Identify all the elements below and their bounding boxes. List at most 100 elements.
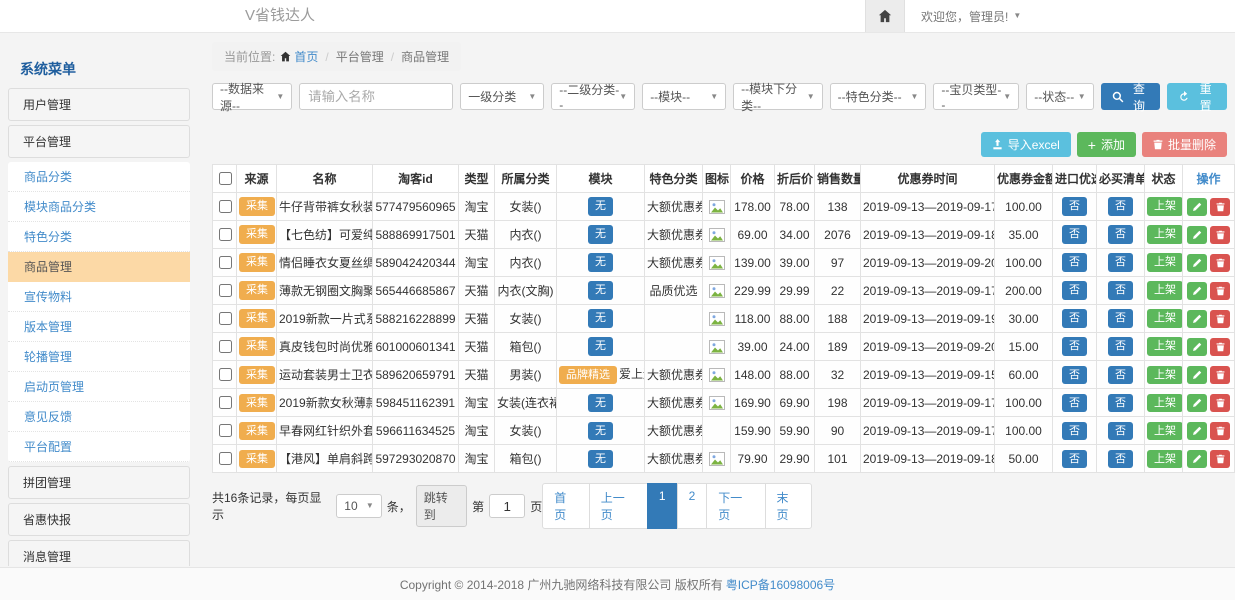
delete-button[interactable] <box>1210 226 1230 244</box>
status-badge[interactable]: 上架 <box>1147 394 1183 412</box>
page-button[interactable]: 首页 <box>542 483 589 529</box>
status-badge[interactable]: 上架 <box>1147 197 1183 215</box>
edit-button[interactable] <box>1187 394 1207 412</box>
page-button[interactable]: 上一页 <box>589 483 648 529</box>
must-buy-badge[interactable]: 否 <box>1108 394 1133 412</box>
import-select-badge[interactable]: 否 <box>1062 253 1087 271</box>
page-button[interactable]: 末页 <box>765 483 812 529</box>
batch-delete-button[interactable]: 批量删除 <box>1142 132 1227 157</box>
sidebar-item[interactable]: 商品管理 <box>8 252 190 282</box>
row-checkbox[interactable] <box>219 228 232 241</box>
delete-button[interactable] <box>1210 198 1230 216</box>
must-buy-badge[interactable]: 否 <box>1108 225 1133 243</box>
row-checkbox[interactable] <box>219 284 232 297</box>
jump-button[interactable]: 跳转到 <box>416 485 467 527</box>
status-badge[interactable]: 上架 <box>1147 422 1183 440</box>
sidebar-item[interactable]: 意见反馈 <box>8 402 190 432</box>
sidebar-item[interactable]: 特色分类 <box>8 222 190 252</box>
sidebar-group[interactable]: 消息管理 <box>8 540 190 566</box>
edit-button[interactable] <box>1187 366 1207 384</box>
delete-button[interactable] <box>1210 394 1230 412</box>
page-button[interactable]: 2 <box>677 483 708 529</box>
must-buy-badge[interactable]: 否 <box>1108 253 1133 271</box>
sidebar-item[interactable]: 启动页管理 <box>8 372 190 402</box>
breadcrumb-home-link[interactable]: 首页 <box>280 48 318 65</box>
status-badge[interactable]: 上架 <box>1147 309 1183 327</box>
sidebar-group[interactable]: 用户管理 <box>8 88 190 121</box>
must-buy-badge[interactable]: 否 <box>1108 366 1133 384</box>
delete-button[interactable] <box>1210 422 1230 440</box>
filter-select[interactable]: --模块--▼ <box>642 83 726 110</box>
status-badge[interactable]: 上架 <box>1147 281 1183 299</box>
select-all-checkbox[interactable] <box>219 172 232 185</box>
edit-button[interactable] <box>1187 226 1207 244</box>
sidebar-item[interactable]: 商品分类 <box>8 162 190 192</box>
status-badge[interactable]: 上架 <box>1147 337 1183 355</box>
filter-select[interactable]: --宝贝类型--▼ <box>933 83 1019 110</box>
import-select-badge[interactable]: 否 <box>1062 366 1087 384</box>
must-buy-badge[interactable]: 否 <box>1108 309 1133 327</box>
import-select-badge[interactable]: 否 <box>1062 281 1087 299</box>
must-buy-badge[interactable]: 否 <box>1108 281 1133 299</box>
row-checkbox[interactable] <box>219 200 232 213</box>
sidebar-group[interactable]: 拼团管理 <box>8 466 190 499</box>
sidebar-item[interactable]: 模块商品分类 <box>8 192 190 222</box>
row-checkbox[interactable] <box>219 312 232 325</box>
sidebar-group[interactable]: 平台管理 <box>8 125 190 158</box>
delete-button[interactable] <box>1210 338 1230 356</box>
delete-button[interactable] <box>1210 282 1230 300</box>
status-badge[interactable]: 上架 <box>1147 450 1183 468</box>
user-menu[interactable]: 欢迎您，管理员! ▼ <box>921 8 1021 25</box>
sidebar-item[interactable]: 轮播管理 <box>8 342 190 372</box>
edit-button[interactable] <box>1187 450 1207 468</box>
status-badge[interactable]: 上架 <box>1147 225 1183 243</box>
add-button[interactable]: + 添加 <box>1077 132 1136 157</box>
row-checkbox[interactable] <box>219 452 232 465</box>
sidebar-group[interactable]: 省惠快报 <box>8 503 190 536</box>
import-select-badge[interactable]: 否 <box>1062 422 1087 440</box>
jump-page-input[interactable] <box>489 494 525 518</box>
row-checkbox[interactable] <box>219 368 232 381</box>
status-badge[interactable]: 上架 <box>1147 366 1183 384</box>
filter-select[interactable]: --状态--▼ <box>1026 83 1093 110</box>
delete-button[interactable] <box>1210 366 1230 384</box>
edit-button[interactable] <box>1187 338 1207 356</box>
must-buy-badge[interactable]: 否 <box>1108 422 1133 440</box>
edit-button[interactable] <box>1187 198 1207 216</box>
name-search-input[interactable] <box>299 83 453 110</box>
search-button[interactable]: 查询 <box>1101 83 1161 110</box>
sidebar-item[interactable]: 平台配置 <box>8 432 190 462</box>
row-checkbox[interactable] <box>219 340 232 353</box>
edit-button[interactable] <box>1187 422 1207 440</box>
reset-button[interactable]: 重置 <box>1167 83 1227 110</box>
row-checkbox[interactable] <box>219 396 232 409</box>
must-buy-badge[interactable]: 否 <box>1108 337 1133 355</box>
import-select-badge[interactable]: 否 <box>1062 225 1087 243</box>
filter-select[interactable]: --模块下分类--▼ <box>733 83 822 110</box>
page-button[interactable]: 1 <box>647 483 678 529</box>
page-button[interactable]: 下一页 <box>706 483 765 529</box>
filter-select[interactable]: 一级分类▼ <box>460 83 544 110</box>
status-badge[interactable]: 上架 <box>1147 253 1183 271</box>
delete-button[interactable] <box>1210 310 1230 328</box>
row-checkbox[interactable] <box>219 424 232 437</box>
filter-select[interactable]: --二级分类--▼ <box>551 83 635 110</box>
delete-button[interactable] <box>1210 254 1230 272</box>
delete-button[interactable] <box>1210 450 1230 468</box>
sidebar-item[interactable]: 宣传物料 <box>8 282 190 312</box>
import-select-badge[interactable]: 否 <box>1062 394 1087 412</box>
edit-button[interactable] <box>1187 254 1207 272</box>
import-select-badge[interactable]: 否 <box>1062 337 1087 355</box>
per-page-select[interactable]: 10 ▼ <box>336 494 381 518</box>
filter-select[interactable]: --数据来源--▼ <box>212 83 292 110</box>
import-select-badge[interactable]: 否 <box>1062 197 1087 215</box>
edit-button[interactable] <box>1187 310 1207 328</box>
icp-link[interactable]: 粤ICP备16098006号 <box>726 576 835 593</box>
import-select-badge[interactable]: 否 <box>1062 450 1087 468</box>
sidebar-item[interactable]: 版本管理 <box>8 312 190 342</box>
import-excel-button[interactable]: 导入excel <box>981 132 1071 157</box>
must-buy-badge[interactable]: 否 <box>1108 450 1133 468</box>
row-checkbox[interactable] <box>219 256 232 269</box>
import-select-badge[interactable]: 否 <box>1062 309 1087 327</box>
must-buy-badge[interactable]: 否 <box>1108 197 1133 215</box>
